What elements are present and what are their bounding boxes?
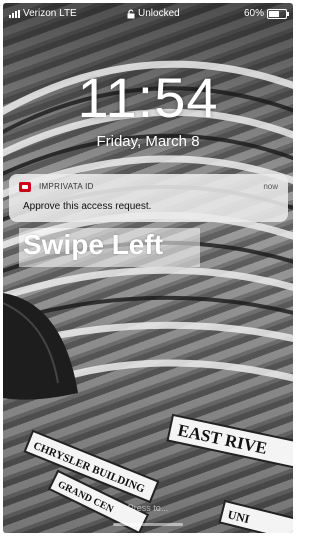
- carrier-info: Verizon LTE: [9, 8, 77, 19]
- status-bar: Verizon LTE Unlocked 60%: [3, 3, 293, 23]
- home-indicator[interactable]: [113, 523, 183, 526]
- lock-screen-date: Friday, March 8: [96, 133, 200, 150]
- carrier-label: Verizon LTE: [23, 8, 77, 19]
- unlocked-icon: [127, 8, 135, 18]
- lock-screen-time: 11:54: [77, 66, 219, 129]
- notification-app-name: IMPRIVATA ID: [39, 182, 94, 191]
- lock-status-label: Unlocked: [138, 8, 180, 19]
- battery-icon: [267, 8, 289, 19]
- signal-icon: [9, 9, 20, 18]
- unlock-hint: Press to...: [127, 503, 169, 513]
- imprivata-app-icon: [19, 182, 31, 192]
- notification-message: Approve this access request.: [23, 201, 152, 212]
- swipe-left-instruction: Swipe Left: [23, 229, 164, 260]
- lock-screen: EAST RIVE CHRYSLER BUILDING GRAND CEN UN…: [3, 3, 293, 533]
- notification-card[interactable]: IMPRIVATA ID now Approve this access req…: [9, 174, 288, 222]
- battery-status: 60%: [243, 8, 289, 19]
- battery-percent: 60%: [243, 8, 264, 19]
- lock-status: Unlocked: [127, 8, 180, 19]
- notification-time: now: [263, 182, 278, 191]
